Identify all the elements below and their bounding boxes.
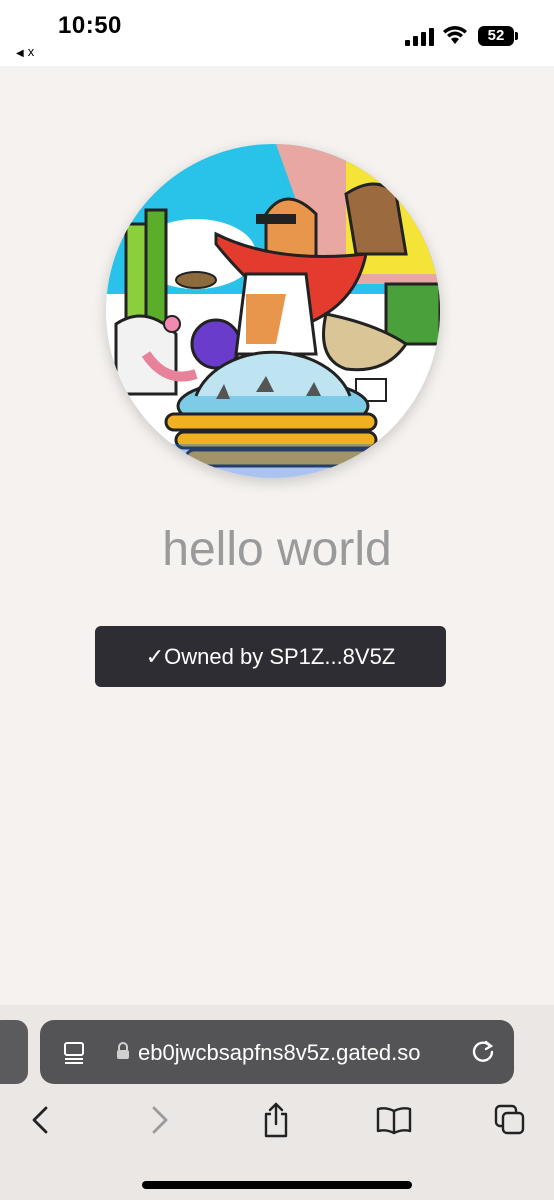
status-time: 10:50 bbox=[58, 12, 122, 39]
nft-cartoon-corgi-avatar bbox=[106, 144, 440, 478]
back-app-label: x bbox=[27, 44, 35, 59]
previous-tab-preview[interactable] bbox=[0, 1020, 28, 1084]
status-bar: 10:50 ◀ x 52 bbox=[0, 0, 554, 66]
avatar-illustration bbox=[106, 144, 440, 478]
share-icon[interactable] bbox=[256, 1100, 296, 1140]
wifi-icon bbox=[443, 26, 467, 44]
address-bar[interactable]: eb0jwcbsapfns8v5z.gated.so bbox=[40, 1020, 514, 1084]
reader-icon[interactable] bbox=[62, 1040, 86, 1064]
back-to-app-link[interactable]: ◀ x bbox=[16, 44, 34, 59]
back-icon[interactable] bbox=[20, 1100, 60, 1140]
cellular-signal-icon bbox=[405, 28, 434, 46]
tabs-icon[interactable] bbox=[490, 1100, 530, 1140]
back-triangle-icon: ◀ bbox=[16, 48, 24, 59]
battery-cap bbox=[515, 32, 518, 40]
bookmarks-icon[interactable] bbox=[374, 1100, 414, 1140]
forward-icon[interactable] bbox=[140, 1100, 180, 1140]
reload-icon[interactable] bbox=[470, 1038, 496, 1064]
home-indicator[interactable] bbox=[142, 1181, 412, 1189]
battery-level: 52 bbox=[487, 27, 505, 44]
lock-icon bbox=[117, 1042, 129, 1059]
page-title: hello world bbox=[162, 523, 392, 576]
owner-badge-button[interactable]: ✓Owned by SP1Z...8V5Z bbox=[95, 626, 446, 687]
url-text[interactable]: eb0jwcbsapfns8v5z.gated.so bbox=[138, 1040, 458, 1066]
battery-icon: 52 bbox=[478, 26, 514, 46]
